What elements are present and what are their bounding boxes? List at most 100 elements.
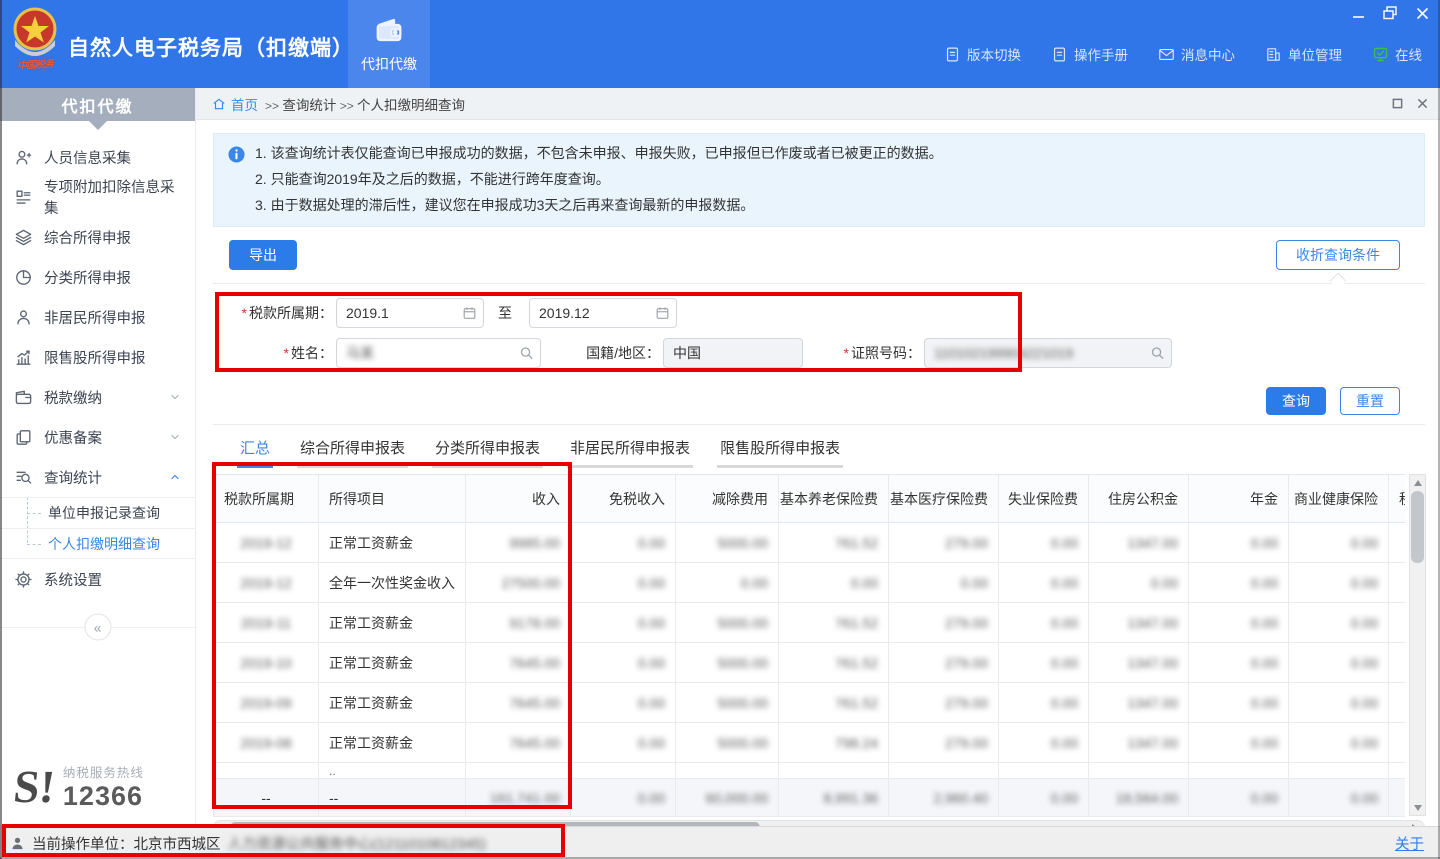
period-to-input[interactable]: 2019.12 <box>529 298 677 328</box>
cell-失业保险费: 0.00 <box>999 523 1089 563</box>
vertical-scrollbar[interactable] <box>1409 474 1426 816</box>
sidebar-item-非居民所得申报[interactable]: 非居民所得申报 <box>0 297 195 337</box>
wallet-icon <box>374 15 404 48</box>
cell-减除费用 <box>676 763 779 779</box>
mail-icon <box>1158 46 1175 63</box>
table-row-data-4: 2019-09正常工资薪金7645.000.005000.00761.52279… <box>214 683 1405 723</box>
sidebar-item-人员信息采集[interactable]: 人员信息采集 <box>0 137 195 177</box>
cell-税款所属期: 2019-12 <box>214 523 319 563</box>
chevron-up-icon <box>169 471 181 483</box>
tab-非居民所得申报表[interactable]: 非居民所得申报表 <box>567 437 693 468</box>
sidebar-submenu: 单位申报记录查询个人扣缴明细查询 <box>0 497 195 559</box>
window-minimize-button[interactable] <box>1350 5 1366 21</box>
breadcrumb-separator: >> <box>336 99 357 113</box>
table-row-data-3: 2019-10正常工资薪金7645.000.005000.00761.52279… <box>214 643 1405 683</box>
column-header-基本养老保险费: 基本养老保险费 <box>779 475 889 523</box>
search-icon[interactable] <box>1150 346 1165 361</box>
table-row-data-5: 2019-08正常工资薪金7645.000.005000.00798.24279… <box>214 723 1405 763</box>
sidebar-menu: 人员信息采集专项附加扣除信息采集综合所得申报分类所得申报非居民所得申报限售股所得… <box>0 137 195 599</box>
header-nav-消息中心[interactable]: 消息中心 <box>1158 44 1235 64</box>
cell-税 <box>1389 723 1405 763</box>
header-nav-单位管理[interactable]: 单位管理 <box>1265 44 1342 64</box>
cell-所得项目: -- <box>319 779 466 817</box>
sidebar-item-查询统计[interactable]: 查询统计 <box>0 457 195 497</box>
cell-基本医疗保险费: 279.00 <box>889 683 999 723</box>
sidebar-item-限售股所得申报[interactable]: 限售股所得申报 <box>0 337 195 377</box>
cell-基本医疗保险费: 2,960.40 <box>889 779 999 817</box>
breadcrumb-home-link[interactable]: 首页 <box>212 94 258 114</box>
calendar-icon[interactable] <box>655 306 670 321</box>
window-restore-button[interactable] <box>1382 5 1398 21</box>
tab-限售股所得申报表[interactable]: 限售股所得申报表 <box>717 437 843 468</box>
wallet2-icon <box>14 388 33 407</box>
tab-汇总[interactable]: 汇总 <box>237 437 273 468</box>
cell-减除费用: 5000.00 <box>676 603 779 643</box>
cell-年金: 0.00 <box>1189 779 1289 817</box>
sidebar-item-优惠备案[interactable]: 优惠备案 <box>0 417 195 457</box>
cell-住房公积金: 1347.00 <box>1089 603 1189 643</box>
sidebar-item-综合所得申报[interactable]: 综合所得申报 <box>0 217 195 257</box>
sidebar-subitem-个人扣缴明细查询[interactable]: 个人扣缴明细查询 <box>0 528 195 559</box>
reset-button[interactable]: 重置 <box>1340 387 1400 415</box>
id-label: *证照号码： <box>815 343 921 363</box>
cell-年金: 0.00 <box>1189 683 1289 723</box>
pie-icon <box>14 268 33 287</box>
search-icon[interactable] <box>519 346 534 361</box>
breadcrumb-item: 查询统计 <box>282 98 336 113</box>
cell-所得项目: .. <box>319 763 466 779</box>
copy-icon <box>14 428 33 447</box>
column-header-住房公积金: 住房公积金 <box>1089 475 1189 523</box>
hotline-logo: S! <box>12 764 58 810</box>
sidebar-item-系统设置[interactable]: 系统设置 <box>0 559 195 599</box>
scroll-up-arrow[interactable] <box>1410 475 1425 490</box>
cell-税 <box>1389 563 1405 603</box>
calendar-icon[interactable] <box>462 306 477 321</box>
period-from-input[interactable]: 2019.1 <box>336 298 484 328</box>
sidebar-subitem-单位申报记录查询[interactable]: 单位申报记录查询 <box>0 497 195 528</box>
cell-收入 <box>466 763 571 779</box>
nationality-input[interactable]: 中国 <box>663 338 803 368</box>
breadcrumb-item: 个人扣缴明细查询 <box>357 98 465 113</box>
name-input[interactable]: 马某 <box>336 338 541 368</box>
column-header-商业健康保险: 商业健康保险 <box>1289 475 1389 523</box>
collapse-query-button[interactable]: 收折查询条件 <box>1276 240 1400 270</box>
cell-所得项目: 正常工资薪金 <box>319 523 466 563</box>
cell-税 <box>1389 763 1405 779</box>
cell-年金: 0.00 <box>1189 723 1289 763</box>
tab-综合所得申报表[interactable]: 综合所得申报表 <box>297 437 408 468</box>
scroll-down-arrow[interactable] <box>1410 800 1425 815</box>
header-nav-在线[interactable]: 在线 <box>1372 44 1422 64</box>
module-tab-daikoudaijiao[interactable]: 代扣代缴 <box>348 0 430 88</box>
cell-住房公积金: 1347.00 <box>1089 643 1189 683</box>
app-window: 中国税务 自然人电子税务局（扣缴端） 代扣代缴 版本切换操作手册消息中心单位管理… <box>0 0 1440 859</box>
app-header: 中国税务 自然人电子税务局（扣缴端） 代扣代缴 版本切换操作手册消息中心单位管理… <box>0 0 1440 88</box>
list-check-icon <box>14 188 33 207</box>
vertical-scroll-thumb[interactable] <box>1411 491 1424 563</box>
tab-分类所得申报表[interactable]: 分类所得申报表 <box>432 437 543 468</box>
cell-年金: 0.00 <box>1189 643 1289 683</box>
cell-减除费用: 5000.00 <box>676 723 779 763</box>
sidebar-item-分类所得申报[interactable]: 分类所得申报 <box>0 257 195 297</box>
window-close-button[interactable] <box>1414 5 1430 21</box>
export-button[interactable]: 导出 <box>229 240 297 270</box>
chevron-down-icon <box>169 391 181 403</box>
sidebar-item-税款缴纳[interactable]: 税款缴纳 <box>0 377 195 417</box>
query-button[interactable]: 查询 <box>1266 387 1326 415</box>
cell-减除费用: 5000.00 <box>676 683 779 723</box>
cell-商业健康保险: 0.00 <box>1289 643 1389 683</box>
cell-所得项目: 正常工资薪金 <box>319 683 466 723</box>
cell-收入: 7645.00 <box>466 723 571 763</box>
cell-基本医疗保险费: 0.00 <box>889 563 999 603</box>
header-nav-操作手册[interactable]: 操作手册 <box>1051 44 1128 64</box>
sidebar-collapse-button[interactable]: « <box>84 614 111 641</box>
id-number-input[interactable]: 110102199904221019 <box>924 338 1172 368</box>
cell-基本医疗保险费: 279.00 <box>889 723 999 763</box>
cell-基本养老保险费: 8,991.36 <box>779 779 889 817</box>
chevron-down-icon <box>169 431 181 443</box>
sidebar-item-专项附加扣除信息采集[interactable]: 专项附加扣除信息采集 <box>0 177 195 217</box>
about-link[interactable]: 关于 <box>1395 833 1424 854</box>
tab-close-icon[interactable] <box>1417 98 1428 109</box>
tab-maximize-icon[interactable] <box>1392 98 1403 109</box>
breadcrumb-path: >> 查询统计 >> 个人扣缴明细查询 <box>265 94 465 114</box>
header-nav-版本切换[interactable]: 版本切换 <box>944 44 1021 64</box>
